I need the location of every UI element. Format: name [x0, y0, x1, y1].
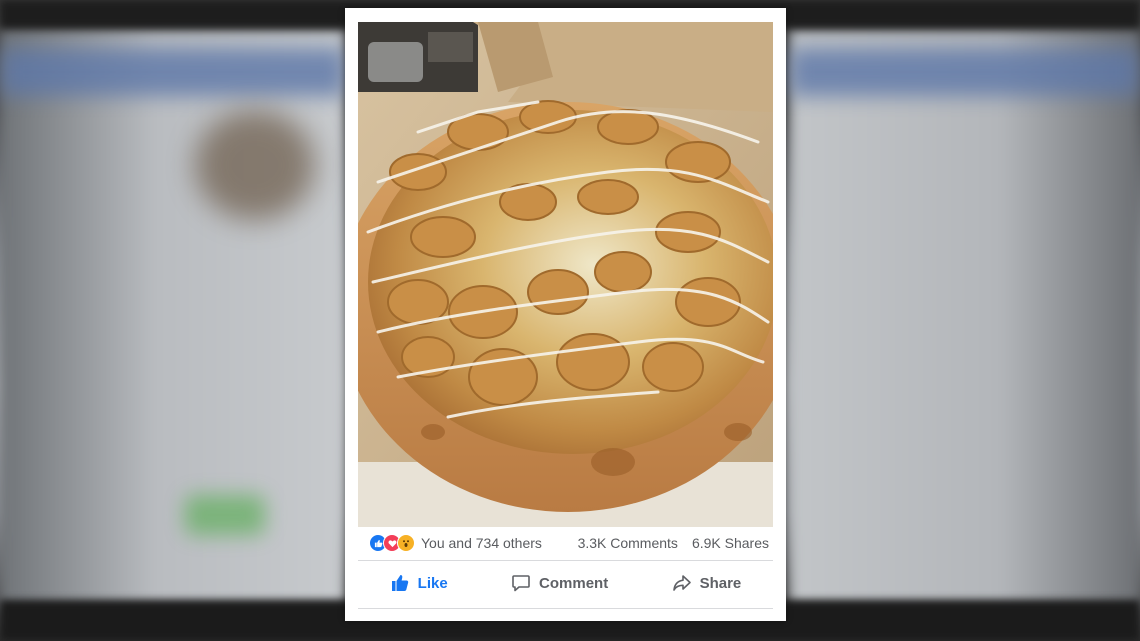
- like-label: Like: [417, 574, 448, 592]
- comment-label: Comment: [539, 574, 609, 592]
- comment-button[interactable]: Comment: [497, 567, 622, 599]
- comments-count[interactable]: 3.3K Comments: [578, 535, 678, 551]
- thumbs-up-icon: [390, 573, 410, 593]
- reactions-summary: You and 734 others 3.3K Comments 6.9K Sh…: [369, 528, 769, 558]
- share-label: Share: [699, 574, 742, 592]
- pizza-photo: [358, 22, 773, 527]
- post-card: You and 734 others 3.3K Comments 6.9K Sh…: [345, 8, 786, 621]
- wow-icon: [397, 534, 415, 552]
- post-photo[interactable]: [358, 22, 773, 527]
- post-actions: Like Comment Share: [358, 563, 773, 603]
- blurred-profile-image: [195, 110, 315, 220]
- blurred-header-left: [0, 48, 345, 96]
- reaction-icons[interactable]: [369, 534, 415, 552]
- blurred-green-button: [185, 495, 265, 535]
- share-icon: [672, 573, 692, 593]
- divider-bottom: [358, 608, 773, 609]
- reactors-text[interactable]: You and 734 others: [421, 535, 542, 551]
- share-button[interactable]: Share: [658, 567, 756, 599]
- shares-count[interactable]: 6.9K Shares: [692, 535, 769, 551]
- blurred-header-right: [790, 48, 1140, 96]
- like-button[interactable]: Like: [376, 567, 462, 599]
- divider-top: [358, 560, 773, 561]
- blurred-feed-left: [0, 30, 345, 605]
- blurred-feed-right: [790, 30, 1140, 605]
- comment-icon: [511, 573, 531, 593]
